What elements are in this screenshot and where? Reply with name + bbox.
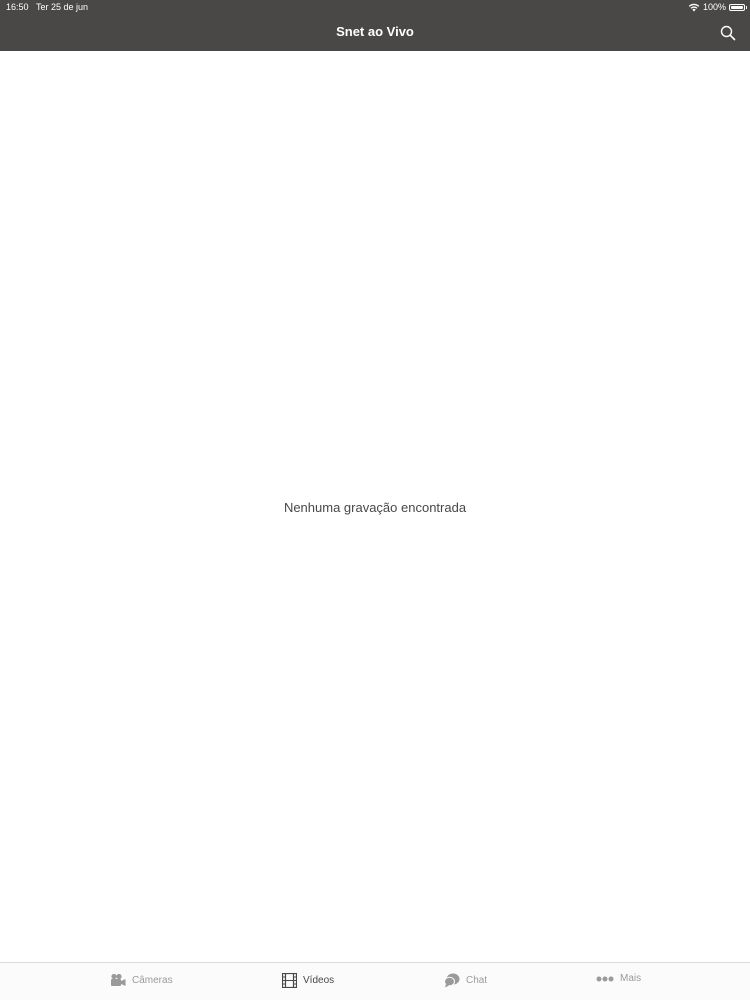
top-bar: 16:50 Ter 25 de jun 100% Snet ao Vivo: [0, 0, 750, 51]
battery-icon: [729, 4, 747, 11]
camera-icon: [111, 973, 126, 986]
status-time: 16:50: [6, 2, 29, 12]
search-icon[interactable]: [720, 25, 736, 41]
status-date: Ter 25 de jun: [36, 2, 89, 12]
app-screen: 16:50 Ter 25 de jun 100% Snet ao Vivo Ne…: [0, 0, 750, 1000]
tab-videos-label: Vídeos: [303, 975, 335, 986]
chat-icon: [444, 973, 460, 988]
tab-mais[interactable]: Mais: [596, 973, 641, 984]
tab-bar: Câmeras Vídeos Chat Mais: [0, 962, 750, 1000]
tab-cameras[interactable]: Câmeras: [110, 973, 173, 987]
tab-videos[interactable]: Vídeos: [282, 973, 334, 988]
tab-chat[interactable]: Chat: [444, 973, 487, 988]
film-icon: [282, 973, 297, 988]
status-right: 100%: [688, 0, 747, 15]
tab-mais-label: Mais: [620, 973, 642, 984]
battery-percent: 100%: [702, 2, 726, 12]
tab-cameras-label: Câmeras: [132, 974, 173, 986]
more-icon: [596, 976, 614, 981]
empty-state-message: Nenhuma gravação encontrada: [283, 500, 467, 515]
wifi-icon: [688, 3, 700, 12]
status-bar: 16:50 Ter 25 de jun 100%: [0, 0, 750, 15]
tab-chat-label: Chat: [466, 975, 488, 986]
page-title: Snet ao Vivo: [336, 24, 414, 39]
